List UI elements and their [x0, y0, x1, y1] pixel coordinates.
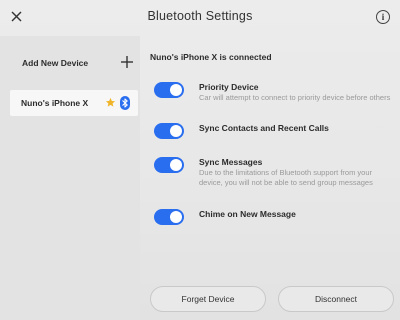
toggle-knob [170, 84, 182, 96]
setting-label: Sync Contacts and Recent Calls [199, 123, 329, 133]
toggle-knob [170, 125, 182, 137]
device-name: Nuno's iPhone X [21, 98, 89, 108]
toggle-knob [170, 159, 182, 171]
sidebar: Add New Device Nuno's iPhone X [0, 36, 140, 320]
info-icon[interactable]: i [376, 10, 390, 24]
page-title: Bluetooth Settings [147, 9, 253, 23]
header: Bluetooth Settings i [0, 0, 400, 36]
toggle-knob [170, 211, 182, 223]
sync-contacts-toggle[interactable] [154, 123, 184, 139]
sidebar-item-device[interactable]: Nuno's iPhone X [10, 90, 138, 116]
plus-icon [121, 56, 133, 68]
setting-description: Car will attempt to connect to priority … [199, 93, 391, 102]
bluetooth-settings-screen: Bluetooth Settings i Add New Device Nuno… [0, 0, 400, 320]
connection-status: Nuno's iPhone X is connected [150, 52, 272, 62]
sync-messages-toggle[interactable] [154, 157, 184, 173]
chime-toggle[interactable] [154, 209, 184, 225]
setting-label: Chime on New Message [199, 209, 296, 219]
main-panel: Nuno's iPhone X is connected Priority De… [140, 36, 400, 320]
setting-description: Due to the limitations of Bluetooth supp… [199, 168, 373, 187]
bluetooth-icon [120, 96, 130, 110]
disconnect-button[interactable]: Disconnect [278, 286, 394, 312]
add-new-device-label: Add New Device [22, 58, 89, 68]
setting-label: Sync Messages [199, 157, 263, 167]
setting-label: Priority Device [199, 82, 259, 92]
star-icon [105, 97, 116, 107]
add-new-device-button[interactable]: Add New Device [10, 53, 134, 75]
priority-device-toggle[interactable] [154, 82, 184, 98]
forget-device-button[interactable]: Forget Device [150, 286, 266, 312]
